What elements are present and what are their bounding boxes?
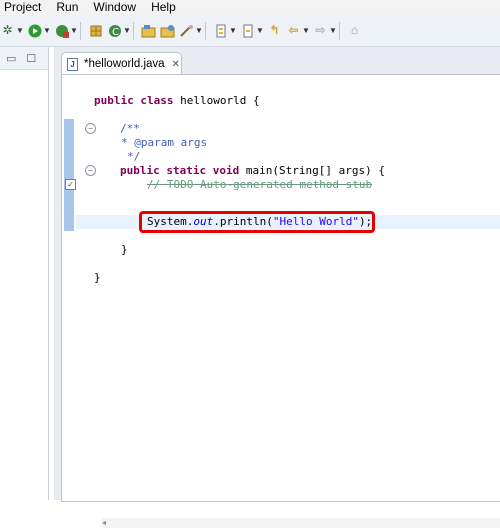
fold-toggle-icon[interactable]: − — [85, 123, 96, 134]
code-editor[interactable]: ✓ − − public class helloworld { /** * @p… — [61, 74, 500, 528]
editor-area: J *helloworld.java ✕ ✓ − − public class … — [54, 47, 500, 528]
java-file-icon: J — [67, 57, 78, 71]
chevron-down-icon[interactable]: ▼ — [256, 26, 264, 35]
run-icon[interactable] — [27, 23, 42, 38]
code-line: public class helloworld { — [94, 94, 260, 107]
panel-header: ▭ ☐ — [0, 47, 48, 70]
task-marker-icon[interactable]: ✓ — [65, 179, 76, 190]
code-line: * @param args — [121, 136, 208, 149]
toolbar-separator — [133, 21, 134, 40]
menu-run[interactable]: Run — [56, 0, 78, 15]
change-marker — [64, 119, 74, 231]
chevron-down-icon[interactable]: ▼ — [302, 26, 310, 35]
annotation-ruler: ✓ — [62, 75, 76, 501]
toolbar-separator — [339, 21, 340, 40]
pin-editor-icon[interactable]: ⌂ — [347, 23, 362, 38]
forward-icon[interactable]: ⇨ — [313, 23, 328, 38]
new-java-package-icon[interactable] — [88, 23, 103, 38]
main-toolbar: ✲ ▼ ▼ ▼ C ▼ ▼ ▼ ▼ ↰ ⇦ ▼ ⇨ ▼ ⌂ — [0, 15, 500, 47]
back-icon[interactable]: ⇦ — [286, 23, 301, 38]
open-type-icon[interactable] — [141, 23, 156, 38]
next-annotation-icon[interactable] — [213, 23, 228, 38]
menu-window[interactable]: Window — [93, 0, 136, 15]
chevron-down-icon[interactable]: ▼ — [229, 26, 237, 35]
fold-toggle-icon[interactable]: − — [85, 165, 96, 176]
chevron-down-icon[interactable]: ▼ — [70, 26, 78, 35]
code-line: } — [121, 243, 128, 256]
tab-helloworld-java[interactable]: J *helloworld.java ✕ — [61, 52, 182, 75]
highlight-annotation-box — [139, 211, 375, 233]
maximize-icon[interactable]: ☐ — [26, 52, 36, 65]
close-icon[interactable]: ✕ — [172, 59, 180, 70]
menu-project[interactable]: Project — [4, 0, 41, 15]
chevron-down-icon[interactable]: ▼ — [43, 26, 51, 35]
chevron-down-icon[interactable]: ▼ — [16, 26, 24, 35]
last-edit-icon[interactable]: ↰ — [267, 23, 282, 38]
code-line: public static void main(String[] args) { — [120, 164, 385, 177]
code-line: /** — [120, 122, 140, 135]
code-line: */ — [127, 150, 141, 163]
code-line: } — [94, 271, 101, 284]
external-tools-icon[interactable] — [54, 23, 69, 38]
tab-label: *helloworld.java — [84, 58, 165, 70]
package-explorer-panel: ▭ ☐ — [0, 47, 49, 500]
chevron-down-icon[interactable]: ▼ — [329, 26, 337, 35]
new-java-class-icon[interactable]: C — [107, 23, 122, 38]
open-task-icon[interactable] — [160, 23, 175, 38]
minimize-icon[interactable]: ▭ — [6, 52, 16, 65]
chevron-down-icon[interactable]: ▼ — [195, 26, 203, 35]
menu-bar: Project Run Window Help — [0, 0, 500, 15]
svg-text:C: C — [112, 27, 119, 38]
horizontal-scrollbar[interactable]: ◂ — [102, 518, 500, 528]
menu-help[interactable]: Help — [151, 0, 176, 15]
code-line: // TODO Auto-generated method stub — [147, 178, 373, 191]
search-icon[interactable] — [179, 23, 194, 38]
debug-icon[interactable]: ✲ — [0, 23, 15, 38]
chevron-down-icon[interactable]: ▼ — [123, 26, 131, 35]
toolbar-separator — [205, 21, 206, 40]
toolbar-separator — [80, 21, 81, 40]
previous-annotation-icon[interactable] — [240, 23, 255, 38]
